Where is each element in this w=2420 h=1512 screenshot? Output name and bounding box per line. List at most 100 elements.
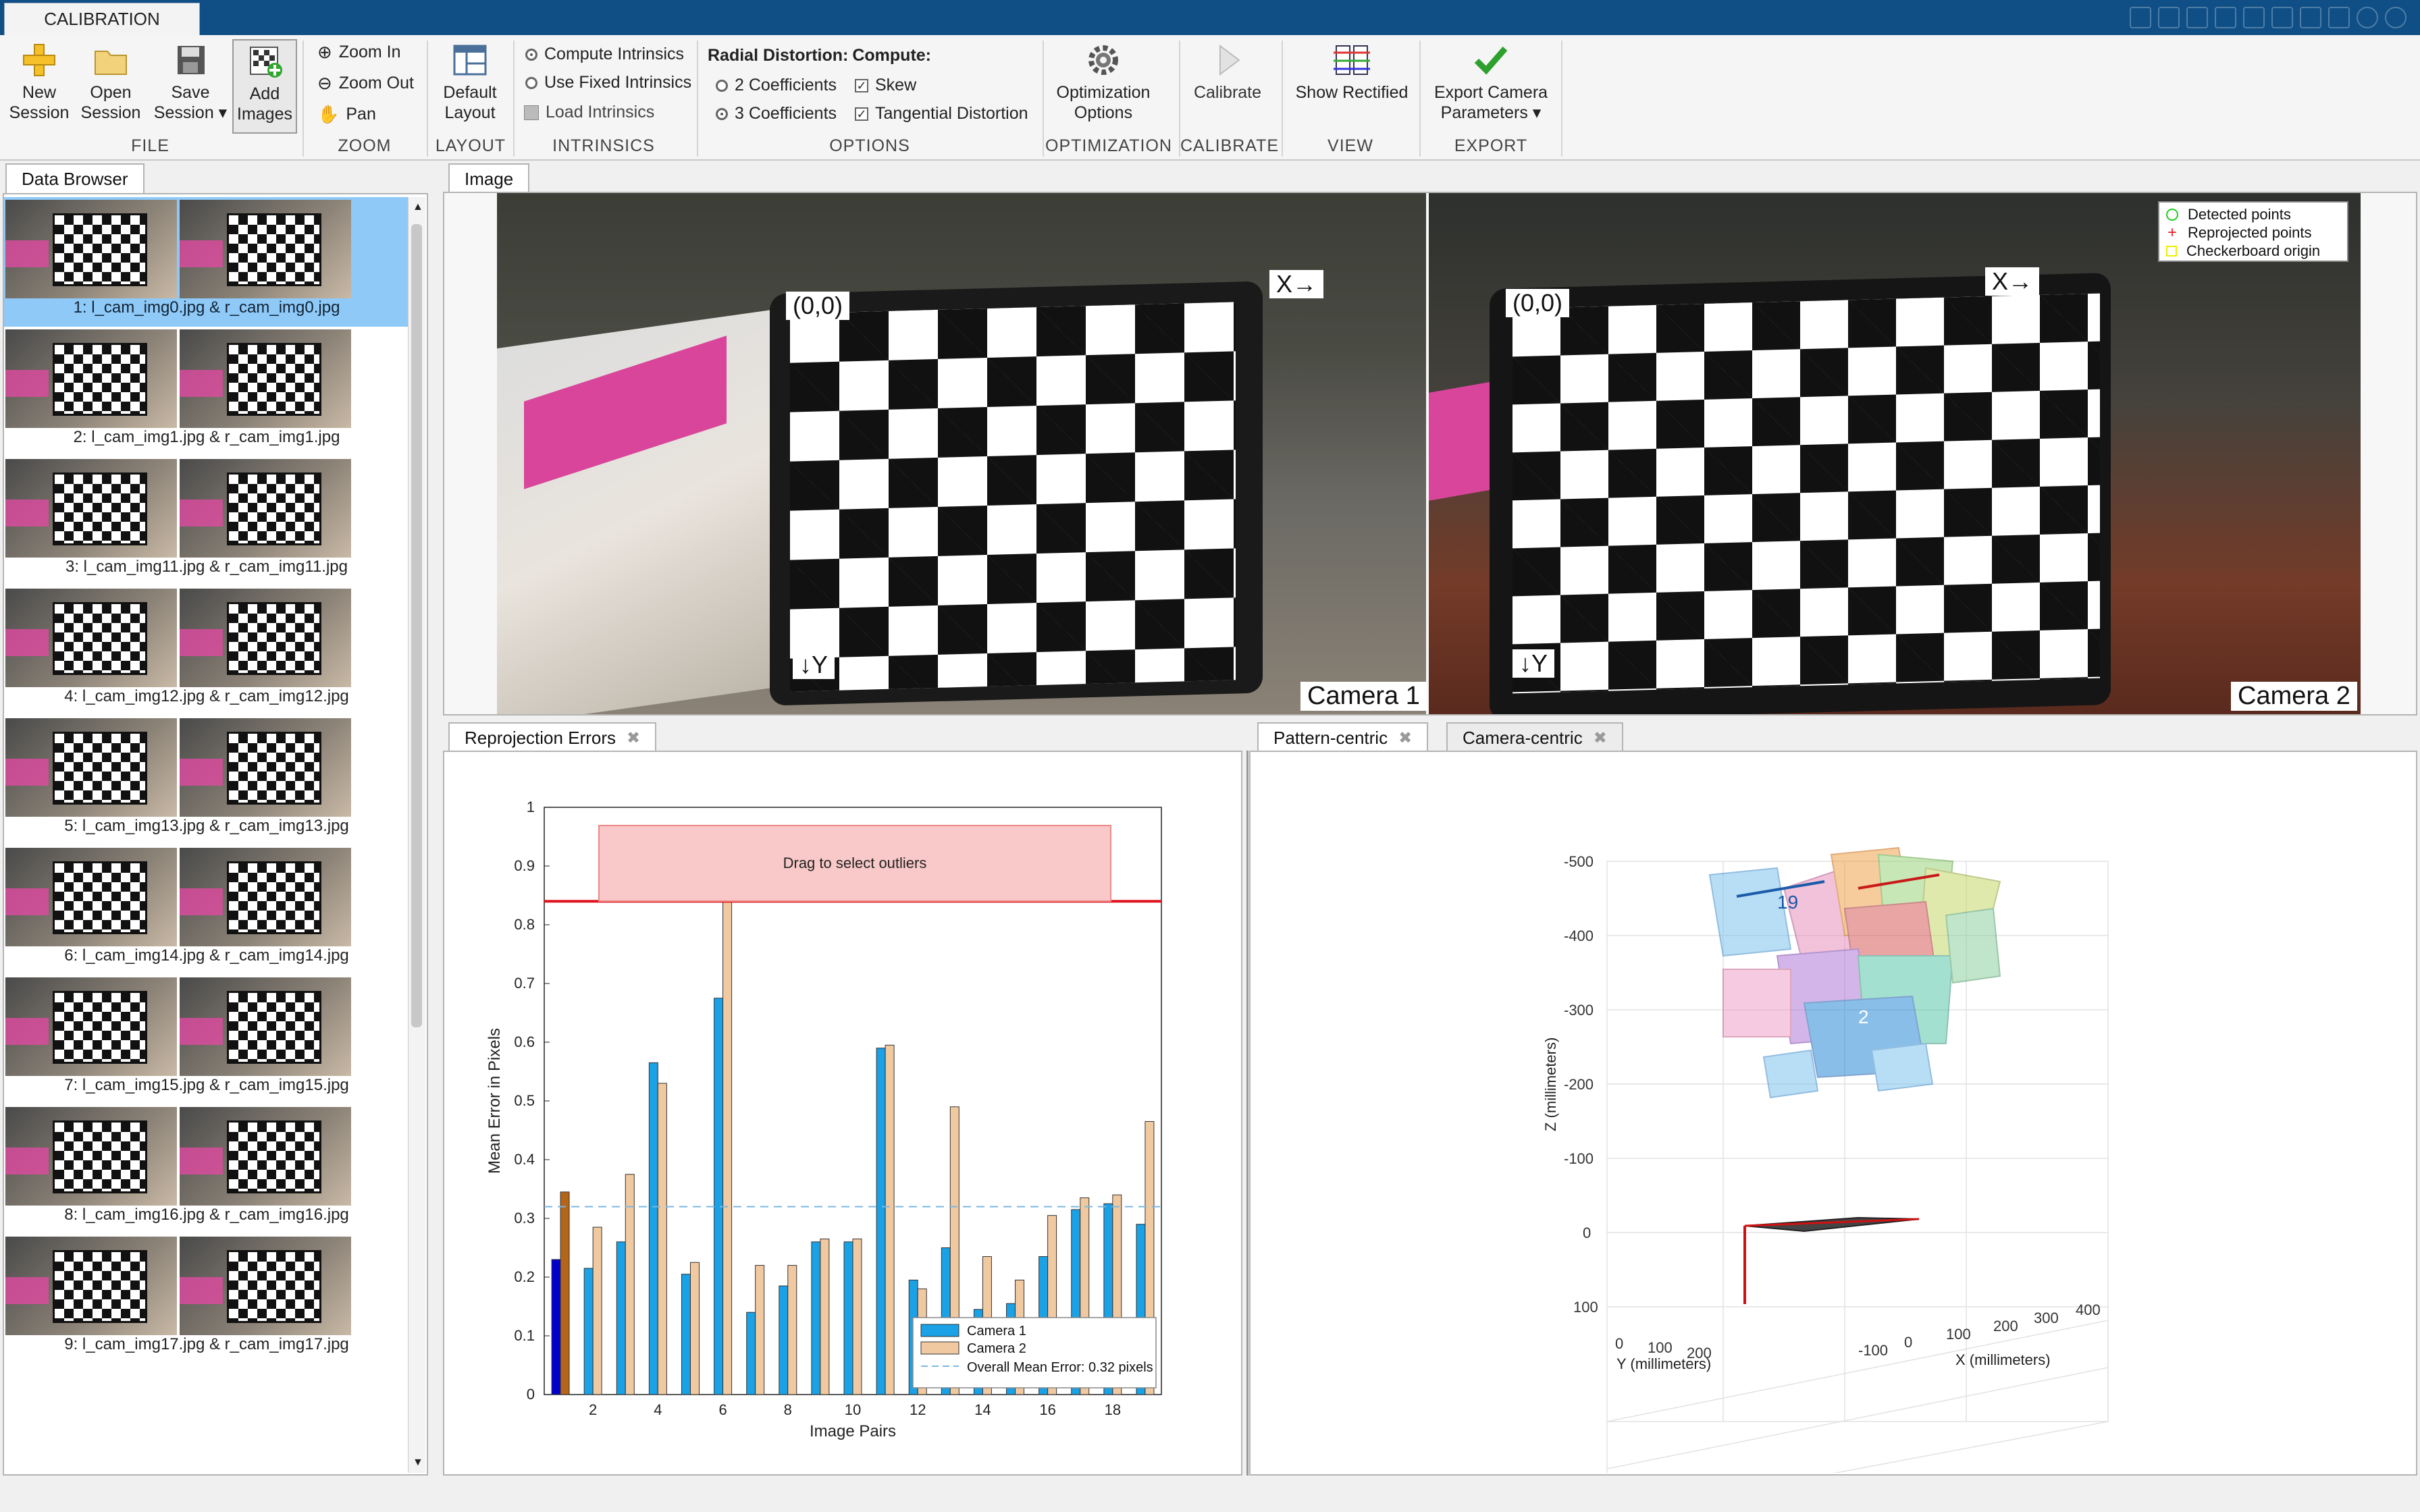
origin-label: (0,0) <box>1506 289 1570 317</box>
checkerboard-thumbnail <box>53 473 147 545</box>
checkerboard-thumbnail <box>227 343 321 416</box>
close-icon[interactable]: ✖ <box>1398 728 1412 748</box>
bar-camera-2 <box>885 1044 895 1395</box>
open-session-button[interactable]: Open Session <box>77 42 144 123</box>
legend-swatch <box>920 1324 959 1337</box>
list-item[interactable]: 8: l_cam_img16.jpg & r_cam_img16.jpg <box>4 1104 409 1234</box>
pan-button[interactable]: ✋ Pan <box>317 104 376 125</box>
right-thumbnail <box>180 200 351 298</box>
tab-data-browser[interactable]: Data Browser <box>5 163 144 193</box>
tangential-distortion-checkbox[interactable]: ✓ Tangential Distortion <box>855 104 1028 124</box>
camera-2-image[interactable] <box>1429 193 2361 714</box>
redo-icon[interactable] <box>2271 7 2293 28</box>
close-icon[interactable]: ✖ <box>627 728 640 748</box>
group-label-intrinsics: INTRINSICS <box>552 136 655 155</box>
tab-reprojection-errors[interactable]: Reprojection Errors ✖ <box>448 722 657 752</box>
load-intrinsics-button[interactable]: Load Intrinsics <box>524 103 654 122</box>
legend-entry: Overall Mean Error: 0.32 pixels <box>967 1360 1153 1375</box>
checkerboard-thumbnail <box>53 861 147 934</box>
checkerboard-thumbnail <box>53 1120 147 1193</box>
x-tick-label: 4 <box>654 1401 662 1418</box>
y-tick-label: 0.8 <box>514 916 535 933</box>
close-icon[interactable]: ✖ <box>1594 728 1607 748</box>
new-session-button[interactable]: New Session <box>7 42 72 123</box>
list-item[interactable]: 6: l_cam_img14.jpg & r_cam_img14.jpg <box>4 845 409 975</box>
x-axis-label: Image Pairs <box>810 1422 896 1440</box>
save-session-button[interactable]: Save Session ▾ <box>153 42 228 123</box>
zoom-in-button[interactable]: ⊕ Zoom In <box>317 42 401 63</box>
undo-icon[interactable] <box>2243 7 2265 28</box>
book-thumbnail <box>5 370 49 397</box>
tab-pattern-centric[interactable]: Pattern-centric ✖ <box>1257 722 1429 752</box>
default-layout-button[interactable]: Default Layout <box>432 42 508 123</box>
scrollbar[interactable]: ▲ ▼ <box>408 197 425 1473</box>
thumbnail-pair <box>5 589 351 687</box>
three-coefficients-radio[interactable]: 3 Coefficients <box>716 104 837 124</box>
right-thumbnail <box>180 718 351 817</box>
zoom-in-icon: ⊕ <box>317 42 332 62</box>
book-thumbnail <box>5 1148 49 1174</box>
disk-icon <box>171 42 210 78</box>
list-item[interactable]: 9: l_cam_img17.jpg & r_cam_img17.jpg <box>4 1234 409 1364</box>
optimization-options-button[interactable]: Optimization Options <box>1048 42 1159 123</box>
copy-icon[interactable] <box>2186 7 2208 28</box>
fixed-intrinsics-radio[interactable]: Use Fixed Intrinsics <box>525 73 691 92</box>
x-tick-label: 16 <box>1039 1401 1055 1418</box>
switch-window-icon[interactable] <box>2300 7 2321 28</box>
checkmark-icon: ✓ <box>855 78 868 92</box>
collapse-icon[interactable] <box>2385 7 2406 28</box>
legend-entry: Camera 1 <box>967 1324 1026 1339</box>
svg-text:0: 0 <box>1583 1224 1591 1241</box>
checkerboard-thumbnail <box>53 1250 147 1323</box>
save-icon[interactable] <box>2130 7 2151 28</box>
bar-camera-2 <box>625 1174 635 1395</box>
checkerboard-thumbnail <box>53 213 147 286</box>
plus-icon <box>20 42 59 78</box>
compute-intrinsics-radio[interactable]: Compute Intrinsics <box>525 45 684 64</box>
svg-text:-300: -300 <box>1564 1002 1594 1019</box>
thumbnail-pair <box>5 459 351 558</box>
book-thumbnail <box>5 240 49 267</box>
tab-camera-centric[interactable]: Camera-centric ✖ <box>1446 722 1623 752</box>
outlier-selection-region[interactable]: Drag to select outliers <box>598 825 1111 902</box>
add-images-button[interactable]: Add Images <box>232 39 297 134</box>
x-axis-label: X→ <box>1269 270 1324 298</box>
bar-camera-1 <box>811 1241 821 1395</box>
layout-icon[interactable] <box>2328 7 2350 28</box>
svg-text:100: 100 <box>1648 1339 1673 1356</box>
tab-calibration[interactable]: CALIBRATION <box>4 3 200 35</box>
tab-image[interactable]: Image <box>448 163 530 193</box>
y-axis-label: ↓Y <box>1512 649 1555 678</box>
show-rectified-button[interactable]: Show Rectified <box>1287 42 1417 103</box>
extrinsics-3d-plot[interactable]: 19 2 -500 -400 -300 -200 -100 0 100 Z (m… <box>1251 753 2416 1473</box>
left-thumbnail <box>5 848 177 946</box>
z-ticks: -500 -400 -300 -200 -100 0 100 <box>1564 853 1598 1316</box>
two-coefficients-radio[interactable]: 2 Coefficients <box>716 76 837 95</box>
svg-text:-100: -100 <box>1858 1342 1888 1359</box>
list-item[interactable]: 3: l_cam_img11.jpg & r_cam_img11.jpg <box>4 456 409 586</box>
list-item-label: 1: l_cam_img0.jpg & r_cam_img0.jpg <box>73 298 340 317</box>
scroll-up-icon[interactable]: ▲ <box>413 201 423 213</box>
list-item[interactable]: 7: l_cam_img15.jpg & r_cam_img15.jpg <box>4 975 409 1104</box>
paste-icon[interactable] <box>2215 7 2236 28</box>
scroll-down-icon[interactable]: ▼ <box>413 1457 423 1469</box>
list-item[interactable]: 4: l_cam_img12.jpg & r_cam_img12.jpg <box>4 586 409 716</box>
list-item[interactable]: 5: l_cam_img13.jpg & r_cam_img13.jpg <box>4 716 409 845</box>
bar-camera-1 <box>583 1268 594 1395</box>
bar-camera-1 <box>551 1259 561 1395</box>
origin-label: (0,0) <box>786 292 850 320</box>
list-item[interactable]: 1: l_cam_img0.jpg & r_cam_img0.jpg <box>4 197 409 327</box>
splitter[interactable] <box>1246 751 1248 1476</box>
checkerboard-thumbnail <box>227 213 321 286</box>
left-thumbnail <box>5 589 177 687</box>
export-camera-parameters-button[interactable]: Export Camera Parameters ▾ <box>1425 42 1557 123</box>
scrollbar-thumb[interactable] <box>411 224 422 1027</box>
cut-icon[interactable] <box>2158 7 2180 28</box>
calibrate-button[interactable]: Calibrate <box>1184 42 1271 103</box>
skew-checkbox[interactable]: ✓ Skew <box>855 76 916 95</box>
help-icon[interactable] <box>2357 7 2378 28</box>
image-pair-list[interactable]: 1: l_cam_img0.jpg & r_cam_img0.jpg 2: l_c… <box>4 197 413 1473</box>
detected-points-icon <box>2166 208 2178 221</box>
list-item[interactable]: 2: l_cam_img1.jpg & r_cam_img1.jpg <box>4 327 409 456</box>
zoom-out-button[interactable]: ⊖ Zoom Out <box>317 73 414 94</box>
